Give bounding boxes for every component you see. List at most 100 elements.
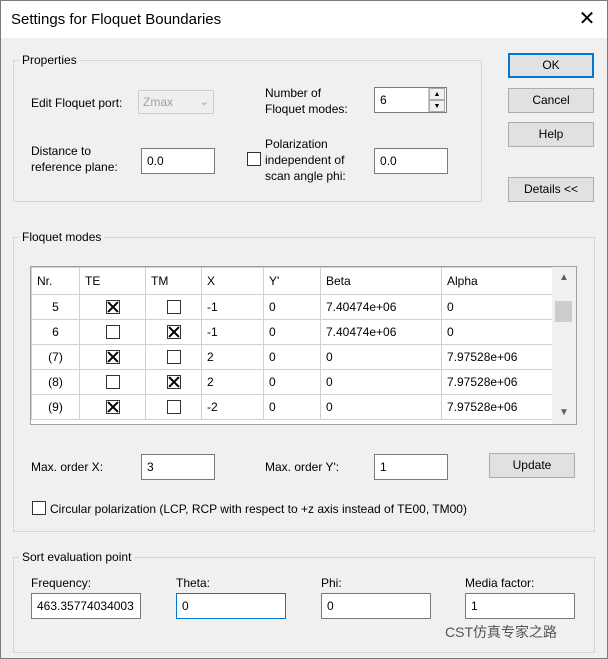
row-nr: 6 [31, 319, 80, 345]
row-beta: 7.40474e+06 [320, 294, 442, 320]
sort-group-label: Sort evaluation point [19, 550, 135, 564]
col-te[interactable]: TE [79, 267, 146, 295]
table-row[interactable]: (9) -2 0 0 7.97528e+06 [31, 394, 554, 420]
tm-checkbox[interactable] [166, 300, 181, 315]
update-button[interactable]: Update [489, 453, 575, 478]
tm-checkbox[interactable] [166, 350, 181, 365]
row-nr: (9) [31, 394, 80, 420]
spin-up-icon[interactable]: ▲ [429, 88, 445, 100]
col-tm[interactable]: TM [145, 267, 202, 295]
polarization-checkbox[interactable] [247, 152, 261, 166]
row-y[interactable]: 0 [263, 319, 321, 345]
row-y[interactable]: 0 [263, 369, 321, 395]
chevron-down-icon: ⌄ [199, 96, 209, 108]
te-checkbox[interactable] [105, 350, 120, 365]
media-factor-input[interactable]: 1 [465, 593, 575, 619]
num-modes-value: 6 [380, 93, 387, 107]
close-icon[interactable]: ✕ [575, 7, 599, 31]
col-x[interactable]: X [201, 267, 264, 295]
floquet-modes-group-label: Floquet modes [19, 230, 105, 244]
tm-cell[interactable] [145, 369, 202, 395]
tm-cell[interactable] [145, 344, 202, 370]
row-x[interactable]: 2 [201, 344, 264, 370]
media-factor-label: Media factor: [465, 576, 535, 590]
row-alpha: 7.97528e+06 [441, 369, 554, 395]
table-row[interactable]: (7) 2 0 0 7.97528e+06 [31, 344, 554, 370]
polarization-label-line1: Polarization [265, 137, 328, 151]
distance-label-line1: Distance to [31, 144, 92, 158]
ok-button[interactable]: OK [508, 53, 594, 78]
row-x[interactable]: -1 [201, 294, 264, 320]
edit-port-value: Zmax [143, 95, 173, 109]
tm-cell[interactable] [145, 394, 202, 420]
frequency-label: Frequency: [31, 576, 92, 590]
help-button[interactable]: Help [508, 122, 594, 147]
te-checkbox[interactable] [105, 375, 120, 390]
tm-cell[interactable] [145, 319, 202, 345]
row-x[interactable]: -1 [201, 319, 264, 345]
col-alpha[interactable]: Alpha [441, 267, 554, 295]
window-title: Settings for Floquet Boundaries [11, 11, 222, 28]
row-nr: (8) [31, 369, 80, 395]
num-modes-label-line2: Floquet modes: [265, 102, 348, 116]
spin-down-icon[interactable]: ▼ [429, 100, 445, 112]
row-alpha: 0 [441, 319, 554, 345]
col-beta[interactable]: Beta [320, 267, 442, 295]
watermark-text: CST仿真专家之路 [445, 624, 557, 640]
te-cell[interactable] [79, 369, 146, 395]
row-beta: 0 [320, 344, 442, 370]
row-alpha: 7.97528e+06 [441, 344, 554, 370]
details-button[interactable]: Details << [508, 177, 594, 202]
row-x[interactable]: 2 [201, 369, 264, 395]
phi-input[interactable]: 0 [321, 593, 431, 619]
tm-checkbox[interactable] [166, 375, 181, 390]
max-x-label: Max. order X: [31, 460, 104, 474]
tm-cell[interactable] [145, 294, 202, 320]
max-y-input[interactable]: 1 [374, 454, 448, 480]
te-cell[interactable] [79, 344, 146, 370]
row-alpha: 7.97528e+06 [441, 394, 554, 420]
table-row[interactable]: (8) 2 0 0 7.97528e+06 [31, 369, 554, 395]
table-row[interactable]: 5 -1 0 7.40474e+06 0 [31, 294, 554, 320]
row-y[interactable]: 0 [263, 394, 321, 420]
max-x-input[interactable]: 3 [141, 454, 215, 480]
row-beta: 0 [320, 394, 442, 420]
table-row[interactable]: 6 -1 0 7.40474e+06 0 [31, 319, 554, 345]
col-y[interactable]: Y' [263, 267, 321, 295]
properties-group-label: Properties [19, 53, 80, 67]
distance-label-line2: reference plane: [31, 160, 118, 174]
table-scrollbar[interactable]: ▲ ▼ [552, 267, 576, 424]
te-checkbox[interactable] [105, 300, 120, 315]
scroll-down-icon[interactable]: ▼ [552, 402, 576, 424]
scroll-up-icon[interactable]: ▲ [552, 267, 576, 289]
te-cell[interactable] [79, 319, 146, 345]
row-nr: (7) [31, 344, 80, 370]
row-x[interactable]: -2 [201, 394, 264, 420]
edit-port-label: Edit Floquet port: [31, 96, 123, 110]
polarization-input[interactable]: 0.0 [374, 148, 448, 174]
cancel-button[interactable]: Cancel [508, 88, 594, 113]
row-beta: 7.40474e+06 [320, 319, 442, 345]
row-y[interactable]: 0 [263, 344, 321, 370]
distance-input[interactable]: 0.0 [141, 148, 215, 174]
circular-polarization-checkbox[interactable] [32, 501, 46, 515]
frequency-input[interactable]: 463.35774034003 [31, 593, 141, 619]
col-nr[interactable]: Nr. [31, 267, 80, 295]
title-bar: Settings for Floquet Boundaries ✕ [1, 1, 607, 38]
tm-checkbox[interactable] [166, 400, 181, 415]
te-checkbox[interactable] [105, 325, 120, 340]
max-x-value: 3 [147, 460, 154, 474]
theta-input[interactable]: 0 [176, 593, 286, 619]
row-alpha: 0 [441, 294, 554, 320]
tm-checkbox[interactable] [166, 325, 181, 340]
scroll-thumb[interactable] [555, 301, 572, 322]
row-y[interactable]: 0 [263, 294, 321, 320]
distance-value: 0.0 [147, 154, 164, 168]
te-cell[interactable] [79, 294, 146, 320]
frequency-value: 463.35774034003 [37, 599, 134, 613]
num-modes-label-line1: Number of [265, 86, 322, 100]
polarization-label-line3: scan angle phi: [265, 169, 346, 183]
te-cell[interactable] [79, 394, 146, 420]
polarization-value: 0.0 [380, 154, 397, 168]
te-checkbox[interactable] [105, 400, 120, 415]
